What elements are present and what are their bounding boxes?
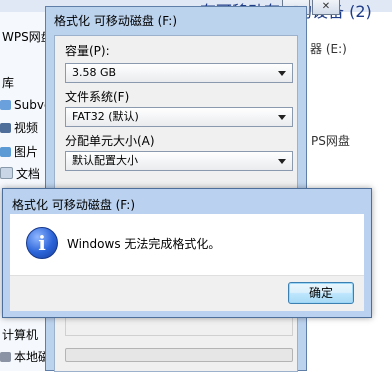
filesystem-label: 文件系统(F) — [65, 90, 130, 104]
close-button[interactable]: ✕ — [312, 0, 340, 15]
folder-icon — [0, 100, 11, 110]
nav-item-subversion[interactable]: Subve — [0, 96, 51, 114]
ok-button[interactable]: 确定 — [288, 282, 354, 304]
video-icon — [0, 123, 11, 133]
drive-e-label[interactable]: 器 (E:) — [310, 40, 347, 57]
disk-icon — [0, 352, 11, 362]
nav-item-computer[interactable]: 计算机 — [2, 326, 38, 344]
nav-item-local-disk[interactable]: 本地磁 — [0, 348, 50, 366]
allocation-label: 分配单元大小(A) — [65, 134, 155, 148]
error-dialog-title: 格式化 可移动磁盘 (F:) — [12, 198, 136, 212]
info-icon: i — [26, 227, 58, 259]
nav-item-videos[interactable]: 视频 — [0, 119, 38, 137]
error-message: Windows 无法完成格式化。 — [67, 237, 221, 251]
nav-item-pictures[interactable]: 图片 — [0, 143, 38, 161]
filesystem-select[interactable]: FAT32 (默认) — [65, 107, 293, 127]
chevron-down-icon — [278, 115, 286, 120]
wps-drive-label[interactable]: PS网盘 — [311, 132, 350, 149]
document-icon — [0, 167, 13, 179]
nav-item-documents[interactable]: 文档 — [0, 165, 40, 183]
error-dialog: 格式化 可移动磁盘 (F:) i Windows 无法完成格式化。 确定 — [2, 188, 372, 318]
format-progress-bar — [65, 348, 293, 362]
capacity-select[interactable]: 3.58 GB — [65, 63, 293, 83]
capacity-label: 容量(P): — [65, 44, 110, 58]
nav-item-library[interactable]: 库 — [2, 74, 14, 92]
picture-icon — [0, 147, 11, 157]
chevron-down-icon — [278, 159, 286, 164]
format-dialog-title: 格式化 可移动磁盘 (F:) — [54, 14, 178, 28]
error-dialog-footer: 确定 — [10, 275, 364, 311]
allocation-select[interactable]: 默认配置大小 — [65, 151, 293, 171]
error-dialog-content: i Windows 无法完成格式化。 — [10, 214, 364, 275]
chevron-down-icon — [278, 71, 286, 76]
